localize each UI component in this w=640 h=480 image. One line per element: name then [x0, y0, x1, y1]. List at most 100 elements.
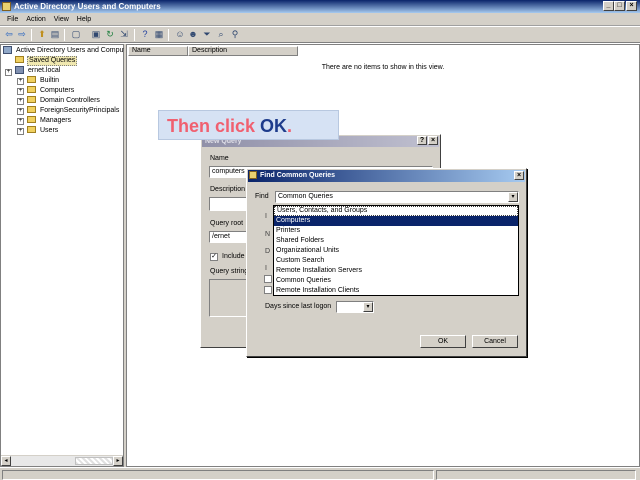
days-since-logon-dropdown[interactable]: ▾: [336, 301, 374, 313]
toolbar-separator: [64, 29, 65, 41]
name-label: Name: [210, 155, 229, 162]
tree-item-domain-controllers[interactable]: + Domain Controllers: [17, 96, 101, 106]
include-subcontainers-label: Include: [222, 253, 245, 260]
tree-item-managers[interactable]: + Managers: [17, 116, 72, 126]
cancel-button[interactable]: Cancel: [472, 335, 518, 348]
find-label: Find: [255, 193, 269, 200]
expand-icon[interactable]: +: [17, 78, 24, 85]
days-since-logon-label: Days since last logon: [265, 303, 332, 310]
find-dialog-title-bar[interactable]: Find Common Queries: [248, 170, 525, 182]
tree-item-builtin[interactable]: + Builtin: [17, 76, 60, 86]
dropdown-option-computers[interactable]: Computers: [274, 216, 518, 226]
add-to-group-icon[interactable]: ⚲: [229, 29, 241, 40]
find-dropdown-list[interactable]: Users, Contacts, and Groups Computers Pr…: [273, 205, 519, 296]
folder-icon: [15, 56, 24, 63]
column-header-description[interactable]: Description: [188, 46, 298, 56]
window-title-bar[interactable]: Active Directory Users and Computers: [0, 0, 640, 13]
hidden-label: I: [265, 213, 267, 220]
tree-root[interactable]: Active Directory Users and Comput: [3, 46, 126, 56]
find-common-queries-dialog: Find Common Queries × I N D I Find Commo…: [246, 168, 527, 357]
dropdown-option-shared-folders[interactable]: Shared Folders: [274, 236, 518, 246]
dropdown-option-users-contacts-groups[interactable]: Users, Contacts, and Groups: [274, 206, 518, 216]
expand-icon[interactable]: +: [17, 108, 24, 115]
menu-action[interactable]: Action: [22, 13, 49, 26]
instruction-callout: Then click OK.: [158, 110, 339, 140]
folder-icon: [27, 86, 36, 93]
folder-icon: [27, 116, 36, 123]
copy-icon[interactable]: ▢: [70, 29, 82, 40]
console-icon[interactable]: ▦: [153, 29, 165, 40]
toolbar-separator: [31, 29, 32, 41]
find-icon[interactable]: ⌕: [215, 29, 227, 40]
dropdown-option-remote-installation-clients[interactable]: Remote Installation Clients: [274, 286, 518, 296]
properties-icon[interactable]: ▣: [90, 29, 102, 40]
chevron-down-icon[interactable]: ▾: [363, 302, 373, 312]
tree-pane[interactable]: Active Directory Users and Comput Saved …: [0, 44, 126, 467]
close-button[interactable]: ×: [428, 136, 438, 145]
tree-item-domain[interactable]: + ernet.local: [5, 66, 61, 76]
expand-icon[interactable]: +: [17, 88, 24, 95]
expand-icon[interactable]: +: [17, 118, 24, 125]
menu-view[interactable]: View: [50, 13, 73, 26]
help-icon[interactable]: ?: [139, 29, 151, 40]
menu-bar: File Action View Help: [0, 13, 640, 26]
filter-icon[interactable]: ⏷: [201, 29, 213, 40]
toolbar: ⇦ ⇨ ⬆ ▤ ▢ ▣ ↻ ⇲ ? ▦ ☺ ☻ ⏷ ⌕ ⚲: [0, 27, 640, 43]
expand-icon[interactable]: +: [5, 69, 12, 76]
new-group-icon[interactable]: ☻: [187, 29, 199, 40]
show-tree-icon[interactable]: ▤: [49, 29, 61, 40]
dropdown-option-custom-search[interactable]: Custom Search: [274, 256, 518, 266]
dropdown-option-remote-installation-servers[interactable]: Remote Installation Servers: [274, 266, 518, 276]
include-subcontainers-checkbox[interactable]: ✓: [210, 253, 218, 261]
empty-list-message: There are no items to show in this view.: [321, 64, 445, 71]
scroll-left-icon[interactable]: ◂: [1, 456, 11, 466]
dropdown-option-printers[interactable]: Printers: [274, 226, 518, 236]
dropdown-option-common-queries[interactable]: Common Queries: [274, 276, 518, 286]
menu-help[interactable]: Help: [73, 13, 95, 26]
folder-icon: [27, 76, 36, 83]
export-icon[interactable]: ⇲: [118, 29, 130, 40]
tree-item-foreign-security-principals[interactable]: + ForeignSecurityPrincipals: [17, 106, 120, 116]
find-dropdown[interactable]: Common Queries ▾: [275, 191, 519, 203]
folder-icon: [27, 96, 36, 103]
app-icon: [2, 2, 11, 11]
help-button[interactable]: ?: [417, 136, 427, 145]
chevron-down-icon[interactable]: ▾: [508, 192, 518, 202]
tree-item-saved-queries[interactable]: Saved Queries: [15, 56, 78, 66]
scroll-right-icon[interactable]: ▸: [113, 456, 123, 466]
status-panel: [2, 470, 434, 480]
hidden-checkbox[interactable]: [264, 286, 272, 294]
close-button[interactable]: ×: [626, 1, 637, 11]
expand-icon[interactable]: +: [17, 98, 24, 105]
tree-horizontal-scrollbar[interactable]: ◂ ▸: [1, 455, 123, 466]
folder-icon: [27, 106, 36, 113]
tree-item-users[interactable]: + Users: [17, 126, 59, 136]
refresh-icon[interactable]: ↻: [104, 29, 116, 40]
callout-dot: .: [287, 116, 293, 136]
callout-ok-text: OK: [260, 116, 288, 136]
close-button[interactable]: ×: [514, 171, 524, 180]
column-header-name[interactable]: Name: [128, 46, 188, 56]
find-dialog-icon: [249, 171, 257, 179]
forward-icon[interactable]: ⇨: [16, 29, 28, 40]
dropdown-option-organizational-units[interactable]: Organizational Units: [274, 246, 518, 256]
hidden-label: N: [265, 231, 271, 238]
window-title: Active Directory Users and Computers: [14, 2, 161, 11]
status-panel: [436, 470, 636, 480]
maximize-button[interactable]: □: [614, 1, 625, 11]
query-root-label: Query root: [210, 220, 244, 227]
expand-icon[interactable]: +: [17, 128, 24, 135]
status-bar: [0, 467, 640, 480]
hidden-label: D: [265, 248, 271, 255]
menu-file[interactable]: File: [0, 13, 22, 26]
ok-button[interactable]: OK: [420, 335, 466, 348]
scroll-thumb[interactable]: [75, 457, 113, 465]
description-label: Description: [210, 186, 246, 193]
tree-item-computers[interactable]: + Computers: [17, 86, 75, 96]
back-icon[interactable]: ⇦: [3, 29, 15, 40]
hidden-checkbox[interactable]: [264, 275, 272, 283]
toolbar-separator: [168, 29, 169, 41]
minimize-button[interactable]: _: [603, 1, 614, 11]
new-user-icon[interactable]: ☺: [174, 29, 186, 40]
up-folder-icon[interactable]: ⬆: [36, 29, 48, 40]
